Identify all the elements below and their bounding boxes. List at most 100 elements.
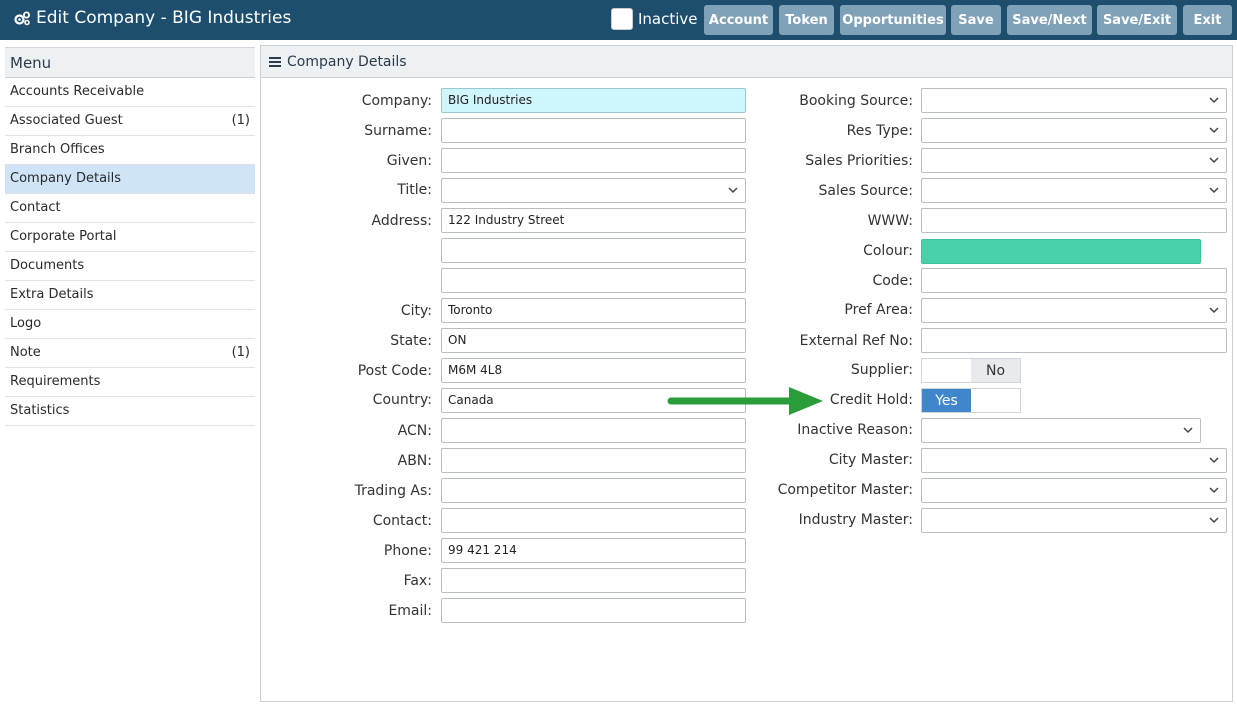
sales-source-select[interactable] — [921, 178, 1227, 203]
country-label: Country: — [372, 392, 432, 408]
panel-title: Company Details — [287, 53, 407, 70]
sidebar: Menu Accounts Receivable Associated Gues… — [5, 47, 255, 426]
credit-hold-toggle-no[interactable] — [971, 389, 1020, 412]
chevron-down-icon — [1209, 517, 1219, 524]
address-line1-input[interactable]: 122 Industry Street — [441, 208, 746, 233]
save-exit-button[interactable]: Save/Exit — [1097, 5, 1177, 35]
company-label: Company: — [361, 93, 432, 109]
title-label: Title: — [397, 182, 432, 198]
sidebar-item-corporate-portal[interactable]: Corporate Portal — [5, 223, 255, 252]
abn-input[interactable] — [441, 448, 746, 473]
trading-as-label: Trading As: — [354, 483, 432, 499]
inactive-checkbox[interactable] — [611, 8, 633, 30]
account-button[interactable]: Account — [704, 5, 773, 35]
fax-input[interactable] — [441, 568, 746, 593]
email-label: Email: — [388, 603, 432, 619]
competitor-master-select[interactable] — [921, 478, 1227, 503]
www-input[interactable] — [921, 208, 1227, 233]
credit-hold-label: Credit Hold: — [829, 392, 913, 408]
inactive-toggle[interactable]: Inactive — [611, 8, 698, 30]
exit-button[interactable]: Exit — [1183, 5, 1232, 35]
city-master-select[interactable] — [921, 448, 1227, 473]
post-code-input[interactable]: M6M 4L8 — [441, 358, 746, 383]
external-ref-no-input[interactable] — [921, 328, 1227, 353]
token-button[interactable]: Token — [779, 5, 834, 35]
annotation-arrow-icon — [667, 387, 823, 415]
sidebar-item-accounts-receivable[interactable]: Accounts Receivable — [5, 78, 255, 107]
supplier-label: Supplier: — [850, 362, 913, 378]
chevron-down-icon — [1209, 187, 1219, 194]
booking-source-select[interactable] — [921, 88, 1227, 113]
chevron-down-icon — [1209, 157, 1219, 164]
company-input[interactable]: BIG Industries — [441, 88, 746, 113]
sidebar-item-logo[interactable]: Logo — [5, 310, 255, 339]
code-input[interactable] — [921, 268, 1227, 293]
opportunities-button[interactable]: Opportunities — [840, 5, 946, 35]
external-ref-no-label: External Ref No: — [799, 333, 913, 349]
sidebar-item-label: Branch Offices — [10, 142, 105, 157]
trading-as-input[interactable] — [441, 478, 746, 503]
sidebar-item-company-details[interactable]: Company Details — [5, 165, 255, 194]
contact-label: Contact: — [372, 513, 432, 529]
chevron-down-icon — [728, 187, 738, 194]
address-label: Address: — [371, 213, 432, 229]
surname-input[interactable] — [441, 118, 746, 143]
phone-label: Phone: — [383, 543, 432, 559]
supplier-toggle-no[interactable]: No — [971, 359, 1020, 382]
chevron-down-icon — [1209, 127, 1219, 134]
sidebar-item-contact[interactable]: Contact — [5, 194, 255, 223]
credit-hold-toggle-yes[interactable]: Yes — [922, 389, 971, 412]
sidebar-item-label: Corporate Portal — [10, 229, 117, 244]
email-input[interactable] — [441, 598, 746, 623]
chevron-down-icon — [1183, 427, 1193, 434]
sidebar-item-documents[interactable]: Documents — [5, 252, 255, 281]
title-select[interactable] — [441, 178, 746, 203]
given-input[interactable] — [441, 148, 746, 173]
state-input[interactable]: ON — [441, 328, 746, 353]
inactive-label: Inactive — [638, 10, 698, 28]
abn-label: ABN: — [397, 453, 432, 469]
inactive-reason-select[interactable] — [921, 418, 1201, 443]
menu-header: Menu — [5, 47, 255, 78]
sales-source-label: Sales Source: — [818, 183, 913, 199]
industry-master-label: Industry Master: — [798, 512, 913, 528]
phone-input[interactable]: 99 421 214 — [441, 538, 746, 563]
fax-label: Fax: — [403, 573, 432, 589]
supplier-toggle[interactable]: No — [921, 358, 1021, 383]
res-type-select[interactable] — [921, 118, 1227, 143]
save-button[interactable]: Save — [951, 5, 1001, 35]
pref-area-label: Pref Area: — [844, 302, 913, 318]
save-next-button[interactable]: Save/Next — [1007, 5, 1092, 35]
www-label: WWW: — [867, 213, 913, 229]
gears-icon — [14, 11, 30, 25]
address-line2-input[interactable] — [441, 238, 746, 263]
sidebar-item-label: Documents — [10, 258, 85, 273]
sidebar-item-requirements[interactable]: Requirements — [5, 368, 255, 397]
chevron-down-icon — [1209, 487, 1219, 494]
top-bar: Edit Company - BIG Industries Inactive A… — [0, 0, 1237, 40]
sidebar-item-label: Contact — [10, 200, 61, 215]
industry-master-select[interactable] — [921, 508, 1227, 533]
sidebar-item-note[interactable]: Note (1) — [5, 339, 255, 368]
contact-input[interactable] — [441, 508, 746, 533]
colour-picker[interactable] — [921, 239, 1201, 264]
credit-hold-toggle[interactable]: Yes — [921, 388, 1021, 413]
sidebar-item-branch-offices[interactable]: Branch Offices — [5, 136, 255, 165]
panel-header: Company Details — [261, 46, 1232, 78]
acn-input[interactable] — [441, 418, 746, 443]
chevron-down-icon — [1209, 457, 1219, 464]
code-label: Code: — [872, 273, 913, 289]
sales-priorities-select[interactable] — [921, 148, 1227, 173]
sidebar-item-label: Logo — [10, 316, 42, 331]
post-code-label: Post Code: — [357, 363, 432, 379]
city-label: City: — [400, 303, 432, 319]
city-master-label: City Master: — [828, 452, 913, 468]
sidebar-item-statistics[interactable]: Statistics — [5, 397, 255, 426]
city-input[interactable]: Toronto — [441, 298, 746, 323]
pref-area-select[interactable] — [921, 298, 1227, 323]
sidebar-item-associated-guest[interactable]: Associated Guest (1) — [5, 107, 255, 136]
supplier-toggle-yes[interactable] — [922, 359, 971, 382]
address-line3-input[interactable] — [441, 268, 746, 293]
sidebar-item-extra-details[interactable]: Extra Details — [5, 281, 255, 310]
sidebar-item-label: Extra Details — [10, 287, 94, 302]
